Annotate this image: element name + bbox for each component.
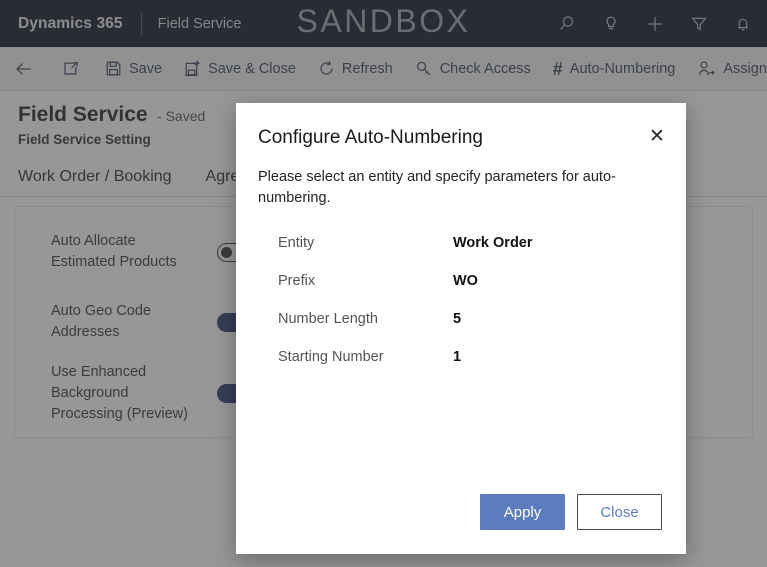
apply-button[interactable]: Apply [480,494,565,530]
field-row-number-length: Number Length 5 [278,311,664,349]
field-value-number-length[interactable]: 5 [453,311,461,327]
field-value-prefix[interactable]: WO [453,273,478,289]
close-button[interactable]: Close [577,494,662,530]
close-icon[interactable]: ✕ [642,121,672,151]
field-label-number-length: Number Length [278,311,378,327]
dialog-footer: Apply Close [236,494,686,554]
dialog-description: Please select an entity and specify para… [258,169,616,206]
field-value-entity[interactable]: Work Order [453,235,533,251]
field-value-starting-number[interactable]: 1 [453,349,461,365]
field-label-starting-number: Starting Number [278,349,384,365]
app-window: Dynamics 365 Field Service SANDBOX [0,0,767,567]
field-label-prefix: Prefix [278,273,316,289]
field-row-prefix: Prefix WO [278,273,664,311]
field-row-starting-number: Starting Number 1 [278,349,664,387]
configure-auto-numbering-dialog: Configure Auto-Numbering ✕ Please select… [236,103,686,554]
field-label-entity: Entity [278,235,315,251]
field-row-entity: Entity Work Order [278,235,664,273]
dialog-field-list: Entity Work Order Prefix WO Number Lengt… [236,209,686,494]
dialog-title: Configure Auto-Numbering [258,127,483,148]
dialog-header: Configure Auto-Numbering ✕ [236,103,686,149]
